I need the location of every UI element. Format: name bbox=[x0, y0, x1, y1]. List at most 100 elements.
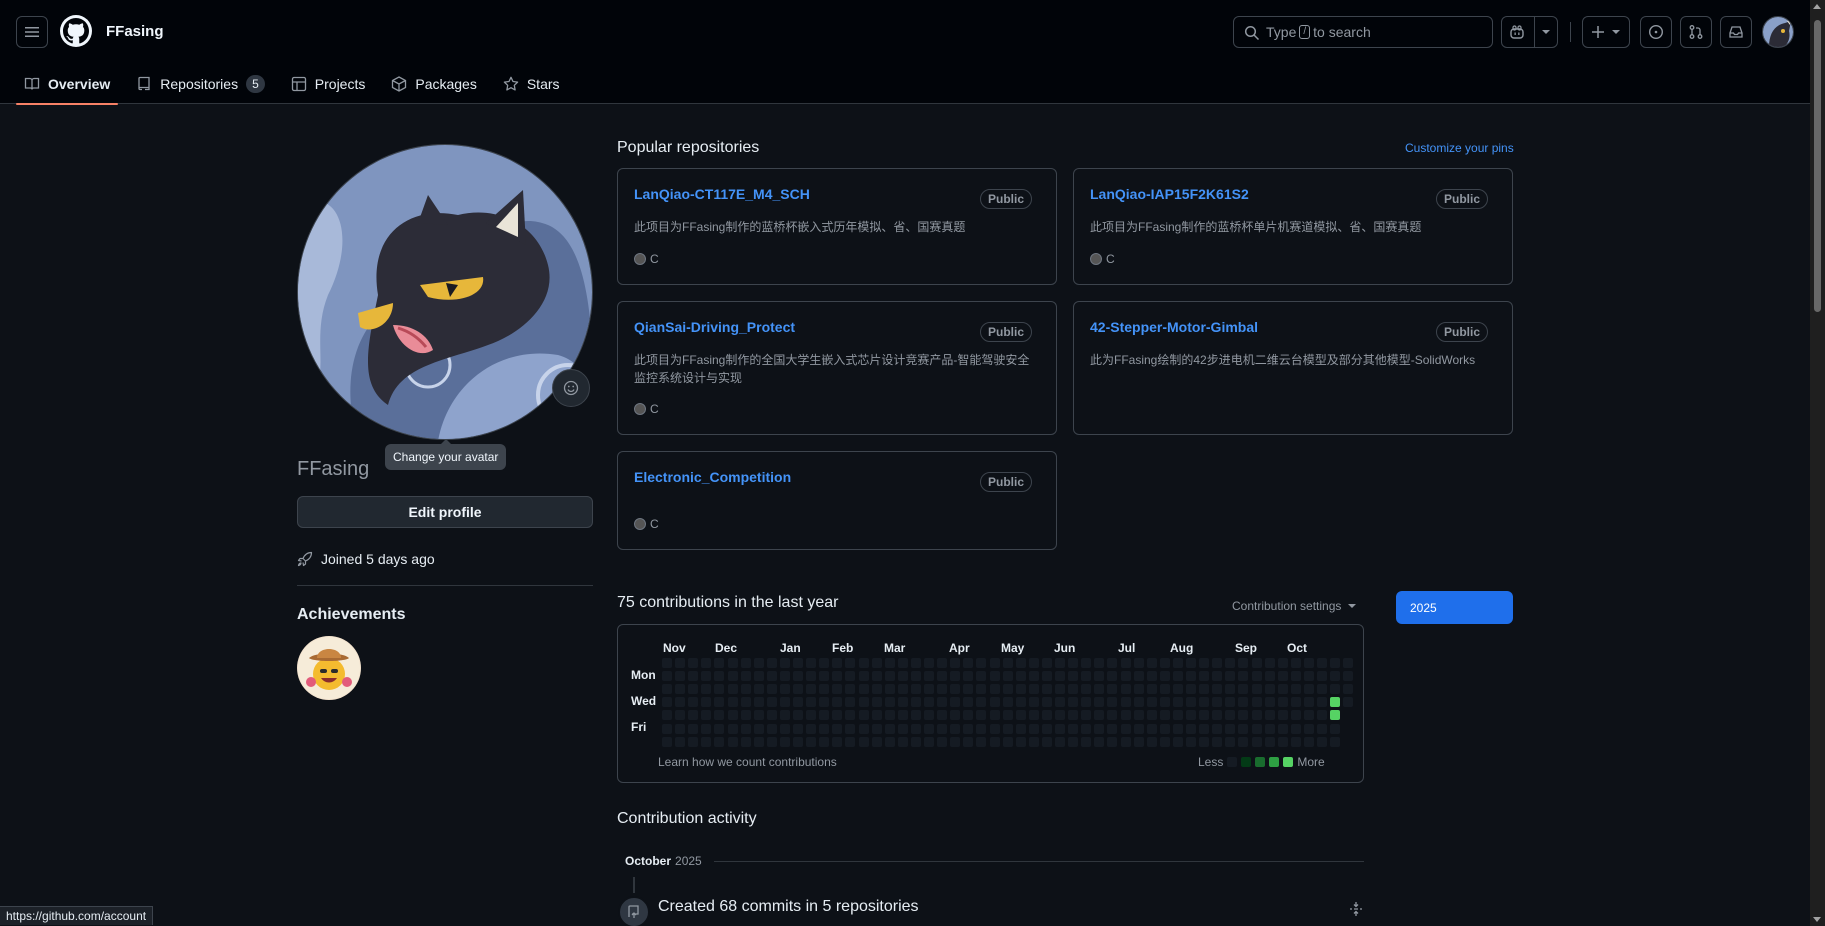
contribution-day-cell[interactable] bbox=[1303, 684, 1314, 695]
contribution-day-cell[interactable] bbox=[1028, 710, 1039, 721]
contribution-day-cell[interactable] bbox=[1146, 671, 1157, 682]
year-2025-button[interactable]: 2025 bbox=[1396, 591, 1513, 624]
contribution-day-cell[interactable] bbox=[753, 671, 764, 682]
contribution-day-cell[interactable] bbox=[819, 723, 830, 734]
contribution-day-cell[interactable] bbox=[871, 684, 882, 695]
contribution-day-cell[interactable] bbox=[806, 671, 817, 682]
contribution-day-cell[interactable] bbox=[1225, 736, 1236, 747]
contribution-day-cell[interactable] bbox=[779, 684, 790, 695]
contribution-day-cell[interactable] bbox=[740, 723, 751, 734]
contribution-day-cell[interactable] bbox=[1094, 658, 1105, 668]
contribution-day-cell[interactable] bbox=[950, 684, 961, 695]
contribution-day-cell[interactable] bbox=[753, 723, 764, 734]
contribution-day-cell[interactable] bbox=[1120, 684, 1131, 695]
tab-stars[interactable]: Stars bbox=[495, 64, 568, 104]
contribution-day-cell[interactable] bbox=[662, 736, 672, 747]
contribution-day-cell[interactable] bbox=[727, 723, 738, 734]
contribution-day-cell[interactable] bbox=[727, 736, 738, 747]
tab-overview[interactable]: Overview bbox=[16, 64, 119, 105]
contribution-day-cell[interactable] bbox=[910, 710, 921, 721]
contribution-day-cell[interactable] bbox=[1094, 684, 1105, 695]
scrollbar-thumb[interactable] bbox=[1814, 20, 1821, 312]
contribution-day-cell[interactable] bbox=[1330, 684, 1341, 695]
contribution-day-cell[interactable] bbox=[1159, 671, 1170, 682]
contribution-day-cell[interactable] bbox=[1159, 684, 1170, 695]
contribution-day-cell[interactable] bbox=[675, 723, 686, 734]
contribution-day-cell[interactable] bbox=[845, 684, 856, 695]
contribution-day-cell[interactable] bbox=[1172, 684, 1183, 695]
contribution-day-cell[interactable] bbox=[675, 736, 686, 747]
contribution-day-cell[interactable] bbox=[1133, 684, 1144, 695]
contribution-day-cell[interactable] bbox=[858, 723, 869, 734]
contribution-day-cell[interactable] bbox=[1264, 684, 1275, 695]
contribution-day-cell[interactable] bbox=[832, 671, 843, 682]
contribution-day-cell[interactable] bbox=[1015, 723, 1026, 734]
collapse-activity-button[interactable] bbox=[1348, 901, 1364, 920]
contribution-day-cell[interactable] bbox=[1303, 723, 1314, 734]
repo-name-link[interactable]: LanQiao-IAP15F2K61S2 bbox=[1090, 186, 1249, 202]
contribution-day-cell[interactable] bbox=[1199, 723, 1210, 734]
contribution-day-cell[interactable] bbox=[910, 736, 921, 747]
contribution-day-cell[interactable] bbox=[1290, 684, 1301, 695]
contribution-day-cell[interactable] bbox=[1094, 697, 1105, 708]
contribution-day-cell[interactable] bbox=[1133, 710, 1144, 721]
contribution-day-cell[interactable] bbox=[1343, 658, 1354, 668]
contribution-day-cell[interactable] bbox=[1199, 658, 1210, 668]
profile-avatar[interactable] bbox=[297, 144, 593, 440]
contribution-day-cell[interactable] bbox=[1015, 697, 1026, 708]
contribution-day-cell[interactable] bbox=[910, 723, 921, 734]
contribution-day-cell[interactable] bbox=[740, 736, 751, 747]
contribution-day-cell[interactable] bbox=[924, 658, 934, 668]
contribution-day-cell[interactable] bbox=[819, 671, 830, 682]
contribution-day-cell[interactable] bbox=[688, 658, 699, 668]
contribution-day-cell[interactable] bbox=[1172, 671, 1183, 682]
contribution-day-cell[interactable] bbox=[1120, 697, 1131, 708]
contribution-day-cell[interactable] bbox=[884, 671, 895, 682]
contribution-day-cell[interactable] bbox=[884, 658, 895, 668]
contribution-day-cell[interactable] bbox=[1290, 697, 1301, 708]
contribution-day-cell[interactable] bbox=[963, 684, 974, 695]
contribution-day-cell[interactable] bbox=[714, 658, 725, 668]
contribution-day-cell[interactable] bbox=[779, 658, 790, 668]
contribution-day-cell[interactable] bbox=[1002, 736, 1013, 747]
contribution-day-cell[interactable] bbox=[1251, 697, 1262, 708]
contribution-day-cell[interactable] bbox=[806, 658, 817, 668]
contribution-day-cell[interactable] bbox=[1172, 736, 1183, 747]
contribution-day-cell[interactable] bbox=[727, 658, 738, 668]
contribution-day-cell[interactable] bbox=[871, 723, 882, 734]
contribution-day-cell[interactable] bbox=[845, 736, 856, 747]
contribution-day-cell[interactable] bbox=[766, 697, 777, 708]
contribution-day-cell[interactable] bbox=[701, 736, 712, 747]
contribution-day-cell[interactable] bbox=[662, 684, 672, 695]
contribution-day-cell[interactable] bbox=[1146, 697, 1157, 708]
contribution-day-cell[interactable] bbox=[1199, 684, 1210, 695]
contribution-day-cell[interactable] bbox=[1264, 658, 1275, 668]
contribution-day-cell[interactable] bbox=[897, 684, 908, 695]
contribution-day-cell[interactable] bbox=[1068, 671, 1079, 682]
contribution-day-cell[interactable] bbox=[662, 658, 672, 668]
contribution-day-cell[interactable] bbox=[832, 736, 843, 747]
contribution-day-cell[interactable] bbox=[1317, 671, 1327, 682]
contribution-day-cell[interactable] bbox=[989, 684, 1000, 695]
contribution-day-cell[interactable] bbox=[714, 736, 725, 747]
contribution-day-cell[interactable] bbox=[1199, 736, 1210, 747]
contribution-day-cell[interactable] bbox=[897, 710, 908, 721]
contribution-day-cell[interactable] bbox=[753, 710, 764, 721]
contribution-day-cell[interactable] bbox=[1290, 658, 1301, 668]
contribution-day-cell[interactable] bbox=[989, 736, 1000, 747]
contribution-day-cell[interactable] bbox=[1002, 658, 1013, 668]
contribution-day-cell[interactable] bbox=[910, 684, 921, 695]
contribution-day-cell[interactable] bbox=[1199, 671, 1210, 682]
contribution-day-cell[interactable] bbox=[1212, 736, 1223, 747]
contribution-day-cell[interactable] bbox=[989, 671, 1000, 682]
contribution-day-cell[interactable] bbox=[1120, 736, 1131, 747]
contribution-day-cell[interactable] bbox=[989, 710, 1000, 721]
contribution-day-cell[interactable] bbox=[845, 671, 856, 682]
contribution-day-cell[interactable] bbox=[1264, 723, 1275, 734]
contribution-day-cell[interactable] bbox=[1317, 684, 1327, 695]
contribution-day-cell[interactable] bbox=[910, 697, 921, 708]
contribution-day-cell[interactable] bbox=[819, 697, 830, 708]
contribution-day-cell[interactable] bbox=[806, 697, 817, 708]
tab-repositories[interactable]: Repositories 5 bbox=[128, 64, 273, 104]
contribution-day-cell[interactable] bbox=[1238, 736, 1249, 747]
